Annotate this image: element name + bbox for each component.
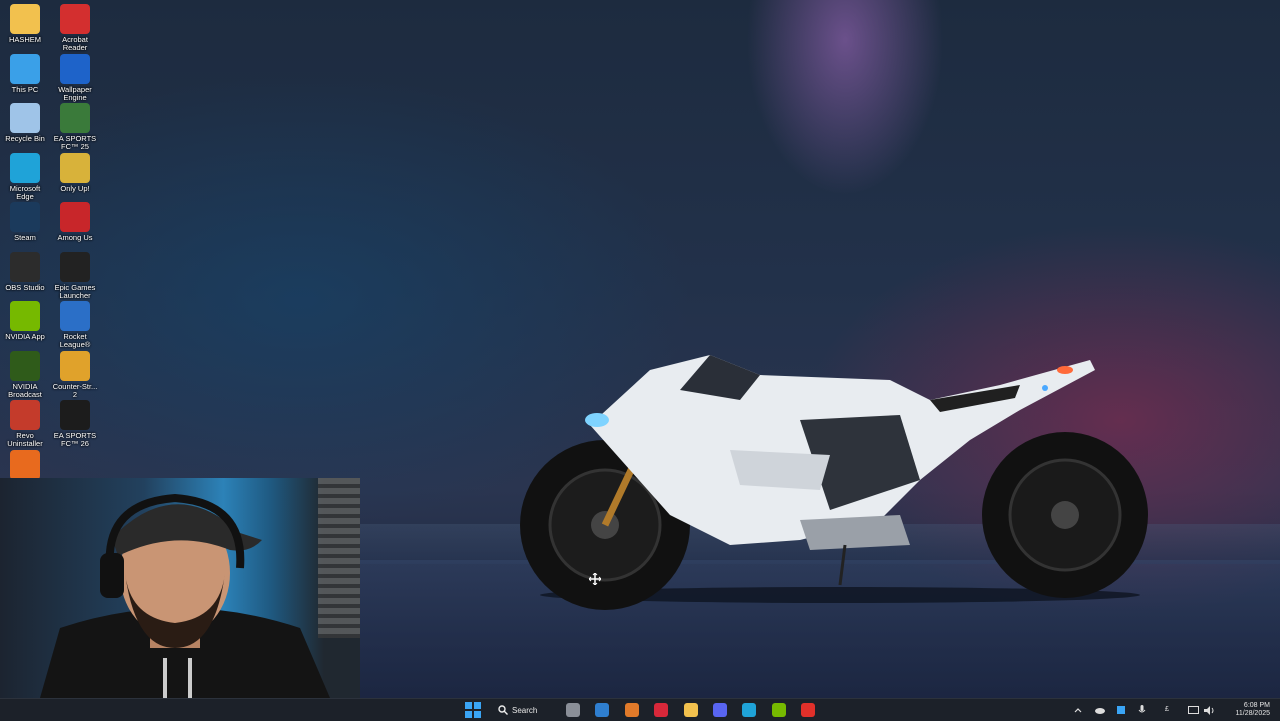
epic-games-icon xyxy=(60,251,90,282)
search-label: Search xyxy=(512,705,538,715)
nvidia-icon xyxy=(10,301,40,331)
red-icon xyxy=(654,703,668,717)
taskbar-edge-app[interactable] xyxy=(740,702,758,718)
folder-icon xyxy=(10,4,40,34)
webcam-overlay xyxy=(0,478,360,698)
taskbar: Search £ 6:08 PM 11/28/2025 xyxy=(0,698,1280,721)
desktop-icon-label: EA SPORTS FC™ 25 xyxy=(53,134,97,151)
settings-icon xyxy=(566,703,580,717)
file-explorer-icon xyxy=(684,703,698,717)
desktop-icon-label: NVIDIA Broadcast xyxy=(8,381,42,399)
only-up-icon xyxy=(60,152,90,183)
person-figure xyxy=(40,493,330,698)
desktop-icon-monitor[interactable]: This PC xyxy=(0,53,50,94)
obs-icon xyxy=(10,251,40,282)
desktop-icon-label: Counter-Str... 2 xyxy=(52,381,98,399)
desktop-icon-label: Steam xyxy=(14,233,36,242)
window-blinds xyxy=(318,478,360,638)
desktop-icon-label: Wallpaper Engine xyxy=(58,84,92,102)
desktop-icon-label: Recycle Bin xyxy=(5,134,45,143)
desktop-icon-label: Epic Games Launcher xyxy=(54,282,96,300)
acrobat-icon xyxy=(60,4,90,34)
desktop-icon-label: Only Up! xyxy=(60,183,90,193)
microphone-tray-icon[interactable] xyxy=(1135,702,1149,718)
rocket-league-icon xyxy=(60,301,90,331)
edge-icon xyxy=(742,703,756,717)
taskbar-file-explorer-app[interactable] xyxy=(682,702,700,718)
nvidia-broadcast-icon xyxy=(772,703,786,717)
desktop-icon-nvidia-broadcast[interactable]: NVIDIA Broadcast xyxy=(0,350,50,399)
onedrive-tray-icon[interactable] xyxy=(1093,702,1107,718)
counter-strike-icon xyxy=(60,350,90,381)
taskbar-settings-app[interactable] xyxy=(564,702,582,718)
desktop-icon-label: This PC xyxy=(11,84,39,94)
desktop-icon-label: HASHEM xyxy=(8,35,42,44)
desktop-icon-label: EA SPORTS FC™ 26 xyxy=(53,431,97,448)
revo-uninstaller-icon xyxy=(10,400,40,430)
taskbar-search[interactable]: Search xyxy=(498,702,550,718)
edge-icon xyxy=(10,152,40,183)
desktop-icon-nvidia[interactable]: NVIDIA App xyxy=(0,301,50,341)
taskbar-obs-app[interactable] xyxy=(799,702,817,718)
show-hidden-icons-button[interactable] xyxy=(1072,702,1084,718)
desktop-icon-ea-fc25[interactable]: EA SPORTS FC™ 25 xyxy=(50,103,100,151)
among-us-icon xyxy=(60,202,90,232)
wallpaper-engine-icon xyxy=(60,53,90,84)
desktop-icon-label: Revo Uninstaller xyxy=(7,431,43,448)
windows-logo-icon xyxy=(465,702,481,718)
desktop-icon-label: Microsoft Edge xyxy=(9,183,41,201)
desktop-icon-label: Rocket League® xyxy=(59,332,91,349)
motorcycle-image xyxy=(520,355,1148,610)
clock-date: 11/28/2025 xyxy=(1235,710,1270,717)
volume-tray-icon[interactable] xyxy=(1202,702,1216,718)
desktop-icon-ea-fc26[interactable]: EA SPORTS FC™ 26 xyxy=(50,400,100,448)
desktop-icon-rocket-league[interactable]: Rocket League® xyxy=(50,301,100,349)
desktop-icon-wallpaper-engine[interactable]: Wallpaper Engine xyxy=(50,53,100,102)
taskbar-discord-app[interactable] xyxy=(711,702,729,718)
desktop-icon-epic-games[interactable]: Epic Games Launcher xyxy=(50,251,100,300)
photos-icon xyxy=(595,703,609,717)
ea-fc26-icon xyxy=(60,400,90,430)
search-icon xyxy=(498,705,508,715)
desktop-icon-only-up[interactable]: Only Up! xyxy=(50,152,100,193)
desktop-icon-label: Among Us xyxy=(57,233,93,242)
desktop-icon-obs[interactable]: OBS Studio xyxy=(0,251,50,292)
desktop-icon-folder[interactable]: HASHEM xyxy=(0,4,50,44)
gcc-icon xyxy=(10,449,40,480)
recycle-bin-icon xyxy=(10,103,40,133)
desktop-icon-label: OBS Studio xyxy=(5,282,45,292)
start-button[interactable] xyxy=(464,702,482,718)
security-tray-icon[interactable] xyxy=(1114,702,1128,718)
steam-icon xyxy=(10,202,40,232)
desktop-icon-acrobat[interactable]: Acrobat Reader xyxy=(50,4,100,52)
move-cursor-icon xyxy=(589,573,601,585)
language-indicator[interactable]: £ xyxy=(1160,702,1174,718)
desktop-icon-recycle-bin[interactable]: Recycle Bin xyxy=(0,103,50,143)
desktop-icon-revo-uninstaller[interactable]: Revo Uninstaller xyxy=(0,400,50,448)
desktop-icon-edge[interactable]: Microsoft Edge xyxy=(0,152,50,201)
taskbar-nvidia-broadcast-app[interactable] xyxy=(770,702,788,718)
ea-fc25-icon xyxy=(60,103,90,133)
obs-icon xyxy=(801,703,815,717)
discord-icon xyxy=(713,703,727,717)
clock-time: 6:08 PM xyxy=(1243,702,1270,709)
desktop-icon-counter-strike[interactable]: Counter-Str... 2 xyxy=(50,350,100,399)
cloud-icon xyxy=(625,703,639,717)
taskbar-red-app[interactable] xyxy=(652,702,670,718)
desktop-icon-steam[interactable]: Steam xyxy=(0,202,50,242)
clock[interactable]: 6:08 PM 11/28/2025 xyxy=(1222,702,1270,718)
desktop-icon-label: Acrobat Reader xyxy=(62,35,88,52)
desktop-icon-label: NVIDIA App xyxy=(5,332,45,341)
network-tray-icon[interactable] xyxy=(1186,702,1200,718)
taskbar-cloud-app[interactable] xyxy=(623,702,641,718)
desktop-icon-among-us[interactable]: Among Us xyxy=(50,202,100,242)
chevron-up-icon xyxy=(1074,708,1082,713)
nvidia-broadcast-icon xyxy=(10,350,40,381)
taskbar-photos-app[interactable] xyxy=(593,702,611,718)
monitor-icon xyxy=(10,53,40,84)
